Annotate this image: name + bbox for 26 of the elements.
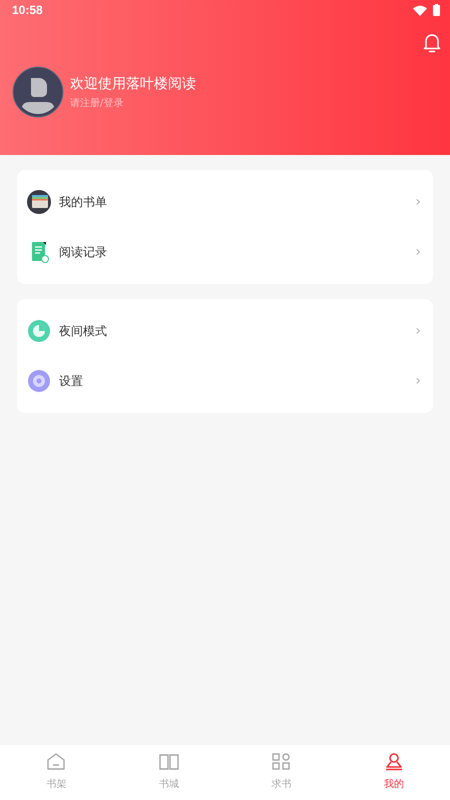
moon-circle-icon <box>27 319 51 343</box>
chevron-icon: › <box>415 194 421 210</box>
chevron-icon: › <box>415 323 421 339</box>
wifi-icon <box>413 4 427 16</box>
nav-tab[interactable]: 书城 <box>112 745 225 800</box>
menu-item-label: 夜间模式 <box>59 322 108 340</box>
battery-icon <box>433 4 440 16</box>
status-time: 10:58 <box>12 3 43 17</box>
nav-tab[interactable]: 我的 <box>338 745 450 800</box>
notification-bell-icon[interactable] <box>423 33 441 53</box>
nav-tab[interactable]: 求书 <box>225 745 338 800</box>
chevron-icon: › <box>415 244 421 260</box>
disc-icon <box>27 369 51 393</box>
menu-item[interactable]: 阅读记录 › <box>17 227 433 277</box>
menu-item-label: 设置 <box>59 372 84 390</box>
chevron-icon: › <box>415 373 421 389</box>
menu-item[interactable]: 设置 › <box>17 356 433 406</box>
menu-item-label: 我的书单 <box>59 194 108 210</box>
menu-item-label: 阅读记录 <box>59 244 108 260</box>
nav-tab[interactable]: 书架 <box>0 745 112 800</box>
book-stack-icon <box>27 190 51 214</box>
avatar-icon[interactable] <box>12 66 64 118</box>
register-login-link[interactable]: 请注册/登录 <box>70 96 124 110</box>
welcome-title: 欢迎使用落叶楼阅读 <box>70 74 196 92</box>
menu-item[interactable]: 我的书单 › <box>17 177 433 227</box>
menu-item[interactable]: 夜间模式 › <box>17 306 433 356</box>
